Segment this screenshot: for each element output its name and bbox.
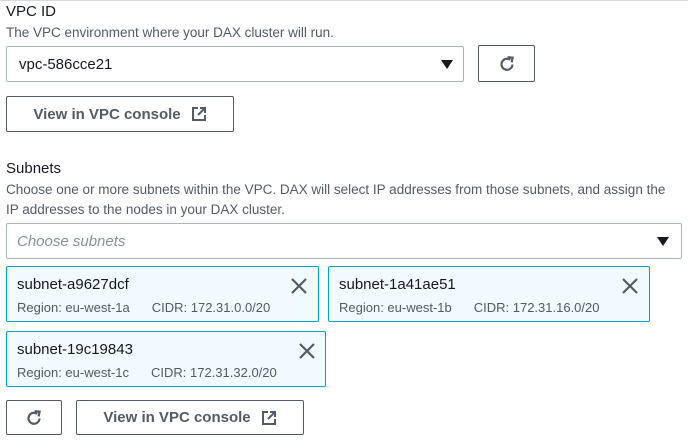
subnet-token-region: Region: eu-west-1c [17, 365, 129, 380]
subnet-token-name: subnet-1a41ae51 [339, 276, 456, 293]
subnet-token: subnet-a9627dcf Region: eu-west-1a CIDR: … [6, 266, 319, 322]
subnet-token-cidr: CIDR: 172.31.32.0/20 [151, 365, 277, 380]
vpc-view-console-label: View in VPC console [33, 105, 181, 123]
subnet-token-name: subnet-19c19843 [17, 341, 133, 358]
vpc-label: VPC ID [6, 3, 57, 20]
subnets-view-console-button[interactable]: View in VPC console [76, 400, 304, 435]
external-link-icon [191, 106, 207, 122]
subnet-token-name: subnet-a9627dcf [17, 276, 129, 293]
caret-down-icon [441, 60, 453, 69]
subnet-token-meta: Region: eu-west-1a CIDR: 172.31.0.0/20 [17, 300, 270, 315]
close-icon[interactable] [289, 276, 309, 296]
subnets-select[interactable]: Choose subnets [6, 223, 682, 259]
subnets-description-line1: Choose one or more subnets within the VP… [6, 182, 666, 197]
caret-down-icon [657, 237, 669, 246]
subnets-select-placeholder: Choose subnets [17, 233, 126, 250]
subnet-token-cidr: CIDR: 172.31.0.0/20 [151, 300, 271, 315]
close-icon[interactable] [620, 276, 640, 296]
vpc-view-console-button[interactable]: View in VPC console [6, 96, 234, 132]
subnets-label: Subnets [6, 160, 62, 177]
vpc-refresh-button[interactable] [478, 45, 535, 82]
vpc-select-value: vpc-586cce21 [19, 56, 113, 73]
subnets-description-line2: IP addresses to the nodes in your DAX cl… [6, 202, 285, 217]
refresh-icon [27, 409, 41, 425]
vpc-description: The VPC environment where your DAX clust… [6, 25, 334, 40]
subnet-token-region: Region: eu-west-1a [17, 300, 130, 315]
subnet-token-meta: Region: eu-west-1c CIDR: 172.31.32.0/20 [17, 365, 277, 380]
top-divider [0, 0, 688, 1]
refresh-icon [499, 55, 514, 71]
external-link-icon [261, 410, 277, 426]
close-icon[interactable] [297, 341, 317, 361]
subnet-token: subnet-1a41ae51 Region: eu-west-1b CIDR: … [328, 266, 650, 322]
subnet-token-cidr: CIDR: 172.31.16.0/20 [473, 300, 600, 315]
subnet-token-region: Region: eu-west-1b [339, 300, 452, 315]
subnets-refresh-button[interactable] [6, 400, 62, 435]
subnets-view-console-label: View in VPC console [103, 409, 251, 426]
vpc-select[interactable]: vpc-586cce21 [6, 46, 464, 82]
subnet-token-meta: Region: eu-west-1b CIDR: 172.31.16.0/20 [339, 300, 599, 315]
subnet-token: subnet-19c19843 Region: eu-west-1c CIDR: … [6, 331, 326, 387]
